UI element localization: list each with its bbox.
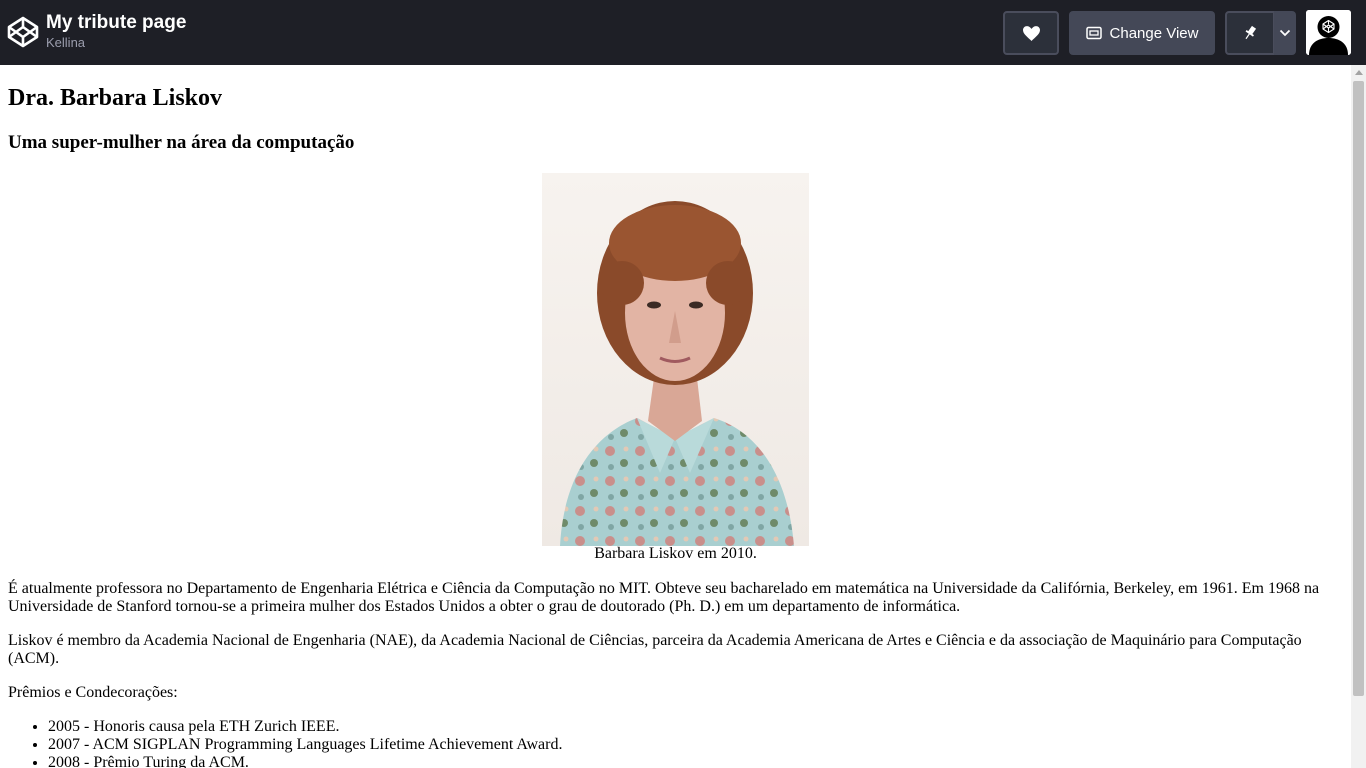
portrait-image bbox=[542, 173, 809, 546]
change-view-button[interactable]: Change View bbox=[1069, 11, 1215, 55]
like-button[interactable] bbox=[1003, 11, 1059, 55]
awards-list: 2005 - Honoris causa pela ETH Zurich IEE… bbox=[8, 718, 562, 768]
pen-title[interactable]: My tribute page bbox=[46, 11, 186, 34]
list-item: 2008 - Prêmio Turing da ACM. bbox=[48, 754, 562, 768]
awards-heading: Prêmios e Condecorações: bbox=[8, 684, 178, 701]
pin-button[interactable] bbox=[1225, 11, 1275, 55]
list-item: 2007 - ACM SIGPLAN Programming Languages… bbox=[48, 736, 562, 754]
biography-paragraph: É atualmente professora no Departamento … bbox=[8, 580, 1320, 615]
list-item: 2005 - Honoris causa pela ETH Zurich IEE… bbox=[48, 718, 562, 736]
tribute-page: Dra. Barbara Liskov Uma super-mulher na … bbox=[0, 65, 1351, 768]
pin-icon bbox=[1245, 25, 1257, 40]
avatar-icon bbox=[1306, 10, 1351, 55]
change-view-label: Change View bbox=[1109, 24, 1199, 42]
pin-dropdown-button[interactable] bbox=[1274, 11, 1296, 55]
codepen-logo-icon[interactable] bbox=[7, 16, 39, 48]
page-title: Dra. Barbara Liskov bbox=[8, 85, 223, 111]
heart-icon bbox=[1022, 25, 1040, 41]
pen-author[interactable]: Kellina bbox=[46, 35, 186, 51]
page-subtitle: Uma super-mulher na área da computação bbox=[8, 132, 355, 153]
chevron-down-icon bbox=[1279, 29, 1291, 37]
scroll-up-arrow-icon[interactable] bbox=[1351, 65, 1366, 80]
scrollbar-thumb[interactable] bbox=[1353, 81, 1364, 696]
codepen-header: My tribute page Kellina Change View bbox=[0, 0, 1366, 65]
memberships-paragraph: Liskov é membro da Academia Nacional de … bbox=[8, 632, 1302, 667]
user-avatar[interactable] bbox=[1306, 10, 1351, 55]
pen-title-block: My tribute page Kellina bbox=[46, 11, 186, 51]
image-caption: Barbara Liskov em 2010. bbox=[594, 545, 757, 562]
vertical-scrollbar[interactable] bbox=[1351, 65, 1366, 768]
change-view-icon bbox=[1085, 26, 1102, 40]
